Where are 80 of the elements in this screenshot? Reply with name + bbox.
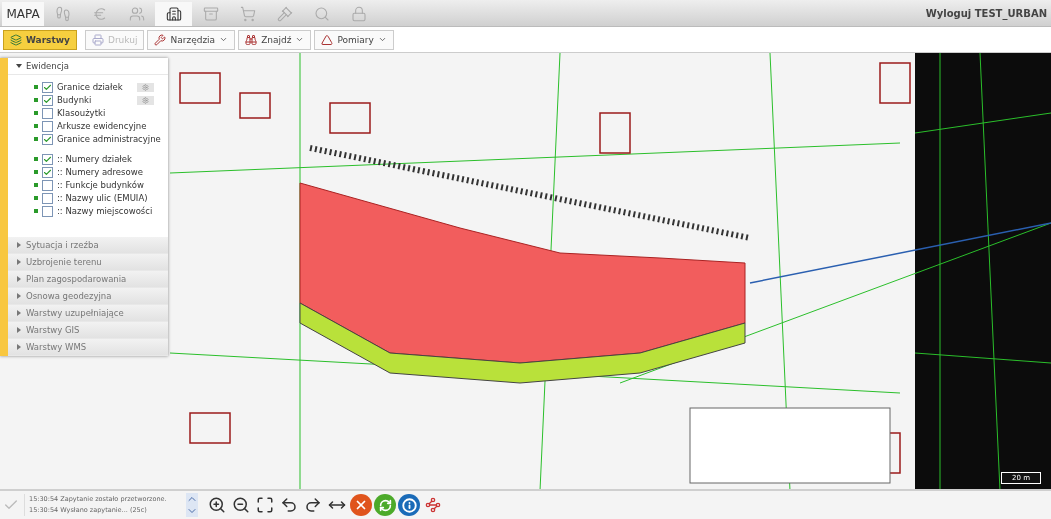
cart-icon	[239, 6, 256, 22]
layer-checkbox[interactable]	[42, 133, 53, 145]
layer-label: :: Nazwy ulic (EMUIA)	[57, 193, 148, 203]
layer-checkbox[interactable]	[42, 179, 53, 191]
back-arrow-icon	[280, 496, 298, 514]
layer-settings-button[interactable]	[137, 95, 154, 105]
layer-group-header[interactable]: Osnowa geodezyjna	[8, 288, 168, 305]
clear-button[interactable]	[350, 494, 372, 516]
caret-icon	[16, 242, 22, 248]
toolbar-button[interactable]: Pomiary	[314, 29, 394, 50]
lock-icon	[350, 6, 367, 22]
euro-icon	[91, 6, 108, 22]
layer-group-header[interactable]: Warstwy GIS	[8, 322, 168, 339]
layer-label: :: Numery działek	[57, 154, 132, 164]
close-icon	[354, 498, 368, 512]
layer-group-header[interactable]: Plan zagospodarowania	[8, 271, 168, 288]
layer-bullet-icon	[34, 111, 38, 115]
layer-group-header[interactable]: Warstwy uzupełniające	[8, 305, 168, 322]
layer-bullet-icon	[34, 170, 38, 174]
info-button[interactable]	[398, 494, 420, 516]
caret-icon	[16, 259, 22, 265]
people-icon	[128, 6, 145, 22]
layer-label: :: Nazwy miejscowości	[57, 206, 153, 216]
zoom-out-icon	[232, 496, 250, 514]
layer-bullet-icon	[34, 196, 38, 200]
layer-label: Granice administracyjne	[57, 134, 161, 144]
layer-checkbox[interactable]	[42, 94, 53, 106]
layer-bullet-icon	[34, 124, 38, 128]
binoculars-icon	[245, 33, 258, 46]
printer-icon	[91, 33, 104, 46]
logout-link[interactable]: Wyloguj TEST_URBAN	[925, 7, 1047, 19]
toolbar-button[interactable]: Warstwy	[3, 29, 77, 50]
forward-arrow-icon	[304, 496, 322, 514]
layer-label: Klasoużytki	[57, 108, 106, 118]
caret-icon	[16, 293, 22, 299]
toolbar-button[interactable]: Narzędzia	[147, 29, 236, 50]
toolbar-button[interactable]: Znajdź	[238, 29, 312, 50]
layer-checkbox[interactable]	[42, 120, 53, 132]
layers-icon	[10, 33, 22, 46]
layer-bullet-icon	[34, 137, 38, 141]
layer-bullet-icon	[34, 183, 38, 187]
layer-label: Granice działek	[57, 82, 123, 92]
layer-bullet-icon	[34, 85, 38, 89]
layer-label: :: Numery adresowe	[57, 167, 143, 177]
ruler-triangle-icon	[321, 33, 334, 46]
search-icon	[313, 6, 330, 22]
buildings-icon	[165, 6, 182, 22]
layer-group-header[interactable]: Ewidencja	[8, 58, 168, 75]
zoom-in-icon	[208, 496, 226, 514]
layer-group-header[interactable]: Uzbrojenie terenu	[8, 254, 168, 271]
layer-bullet-icon	[34, 157, 38, 161]
refresh-icon	[378, 498, 392, 512]
buildings-tab[interactable]	[155, 2, 192, 26]
layer-checkbox[interactable]	[42, 205, 53, 217]
frame-icon	[256, 496, 274, 514]
nodes-icon	[425, 497, 441, 513]
layer-bullet-icon	[34, 98, 38, 102]
info-icon	[401, 497, 417, 513]
layer-settings-button[interactable]	[137, 82, 154, 92]
layer-checkbox[interactable]	[42, 81, 53, 93]
caret-icon	[16, 310, 22, 316]
caret-icon	[16, 63, 22, 69]
layer-label: Arkusze ewidencyjne	[57, 121, 147, 131]
layer-label: :: Funkcje budynków	[57, 180, 144, 190]
layer-checkbox[interactable]	[42, 153, 53, 165]
layer-checkbox[interactable]	[42, 166, 53, 178]
wrench-icon	[154, 33, 167, 46]
layer-checkbox[interactable]	[42, 107, 53, 119]
map-tab[interactable]: MAPA	[2, 2, 44, 26]
refresh-button[interactable]	[374, 494, 396, 516]
layer-group-header[interactable]: Warstwy WMS	[8, 339, 168, 356]
panel-handle[interactable]	[0, 58, 8, 356]
layer-label: Budynki	[57, 95, 92, 105]
caret-icon	[16, 276, 22, 282]
layer-group-header[interactable]: Sytuacja i rzeźba	[8, 237, 168, 254]
caret-icon	[16, 327, 22, 333]
layer-bullet-icon	[34, 209, 38, 213]
gavel-icon	[276, 6, 293, 22]
layer-checkbox[interactable]	[42, 192, 53, 204]
caret-icon	[16, 344, 22, 350]
